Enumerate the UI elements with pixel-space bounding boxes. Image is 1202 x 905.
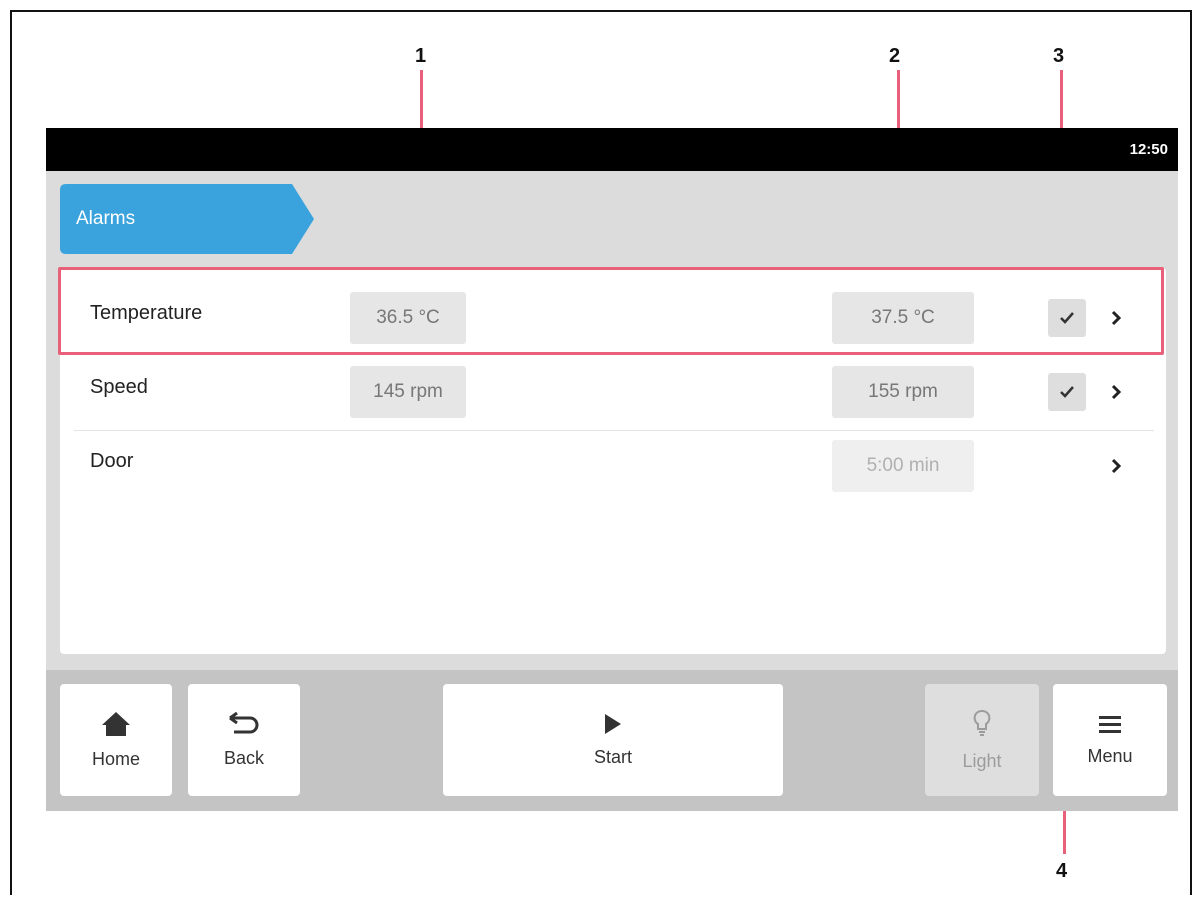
chevron-right-icon[interactable] [1101, 377, 1131, 407]
lightbulb-icon [973, 709, 991, 736]
play-icon [605, 713, 621, 734]
menu-label: Menu [1087, 745, 1133, 766]
min-value-field[interactable]: 145 rpm [350, 366, 466, 418]
start-label: Start [593, 746, 632, 767]
back-button[interactable]: Back [188, 684, 300, 796]
chevron-right-icon[interactable] [1101, 451, 1131, 481]
bottom-nav: Home Back Start Light Menu [46, 670, 1178, 811]
status-bar: 12:50 [46, 128, 1178, 171]
back-arrow-icon [229, 711, 259, 733]
callout-4: 4 [1056, 860, 1068, 882]
light-label: Light [962, 750, 1002, 771]
start-button[interactable]: Start [443, 684, 783, 796]
menu-button[interactable]: Menu [1053, 684, 1167, 796]
callout-1: 1 [415, 45, 427, 67]
enable-checkbox[interactable] [1048, 373, 1086, 411]
home-label: Home [91, 748, 140, 769]
callout-2: 2 [889, 45, 901, 67]
breadcrumb-label: Alarms [76, 208, 136, 229]
breadcrumb-alarms[interactable]: Alarms [60, 184, 314, 254]
home-button[interactable]: Home [60, 684, 172, 796]
clock: 12:50 [1129, 141, 1168, 158]
callout-3: 3 [1053, 45, 1065, 67]
back-label: Back [223, 747, 265, 768]
list-item-door: Door 5:00 min [60, 426, 1166, 496]
hamburger-menu-icon [1099, 715, 1121, 733]
alarm-label: Door [90, 450, 134, 472]
callout-1-highlight-box [58, 267, 1164, 355]
home-icon [102, 711, 130, 736]
max-value-field[interactable]: 155 rpm [832, 366, 974, 418]
max-value-field: 5:00 min [832, 440, 974, 492]
alarm-label: Speed [90, 376, 148, 398]
device-screen: 12:50 Alarms Temperature 36.5 °C 37.5 °C… [46, 128, 1178, 811]
light-button[interactable]: Light [925, 684, 1039, 796]
list-item-speed: Speed 145 rpm 155 rpm [60, 352, 1166, 422]
check-icon [1060, 386, 1074, 398]
